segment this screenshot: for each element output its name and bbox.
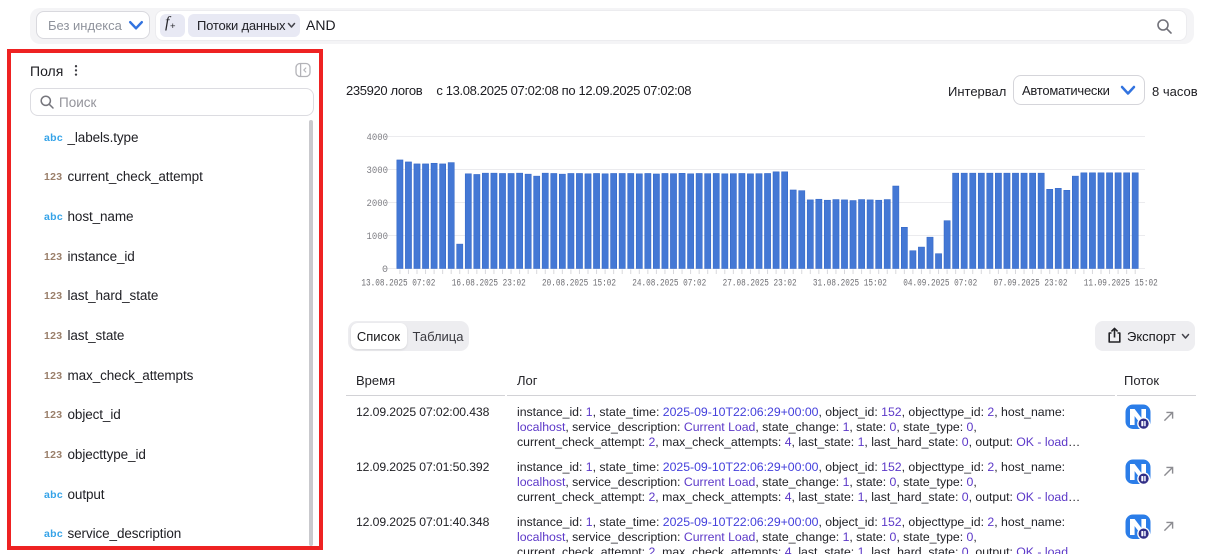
svg-text:24.08.2025 07:02: 24.08.2025 07:02: [632, 279, 706, 290]
svg-text:31.08.2025 15:02: 31.08.2025 15:02: [813, 279, 887, 290]
svg-text:3000: 3000: [367, 166, 389, 177]
svg-text:0: 0: [382, 265, 388, 276]
svg-text:11.09.2025 15:02: 11.09.2025 15:02: [1084, 279, 1158, 290]
svg-text:4000: 4000: [367, 133, 389, 144]
svg-text:20.08.2025 15:02: 20.08.2025 15:02: [542, 279, 616, 290]
svg-text:2000: 2000: [367, 199, 389, 210]
svg-text:27.08.2025 23:02: 27.08.2025 23:02: [723, 279, 797, 290]
svg-text:13.08.2025 07:02: 13.08.2025 07:02: [361, 279, 435, 290]
svg-text:1000: 1000: [367, 232, 389, 243]
svg-text:04.09.2025 07:02: 04.09.2025 07:02: [903, 279, 977, 290]
svg-text:07.09.2025 23:02: 07.09.2025 23:02: [994, 279, 1068, 290]
svg-text:16.08.2025 23:02: 16.08.2025 23:02: [452, 279, 526, 290]
